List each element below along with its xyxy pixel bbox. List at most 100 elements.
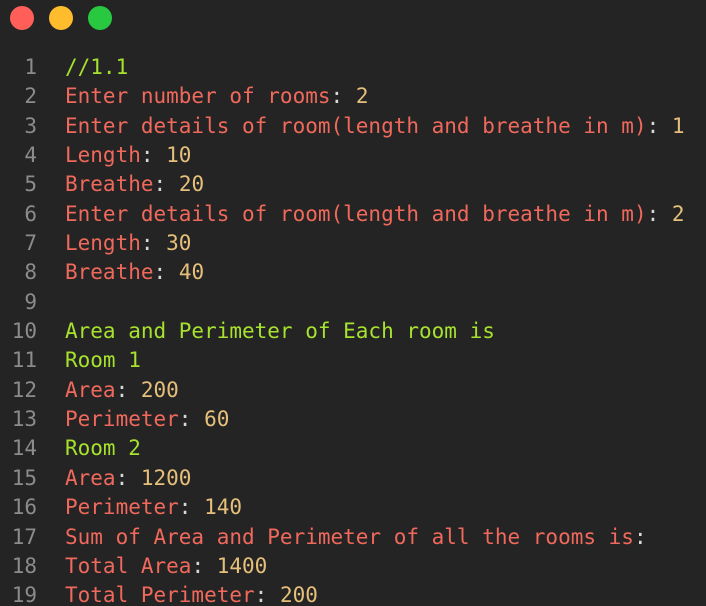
code-line: 4 Length: 10: [0, 141, 706, 170]
line-number: 2: [24, 84, 37, 109]
line-text: Perimeter: 140: [65, 493, 242, 522]
line-number: 12: [11, 377, 37, 402]
code-token: Enter number of rooms: [65, 84, 331, 109]
code-token: Enter details of room(length and breathe…: [65, 201, 647, 226]
code-token: Length: [65, 231, 141, 256]
code-line: 6 Enter details of room(length and breath…: [0, 200, 706, 229]
code-line: 2 Enter number of rooms: 2: [0, 82, 706, 111]
line-text: Room 2: [65, 434, 141, 463]
code-token: 2: [355, 84, 369, 109]
code-token: :: [115, 377, 141, 402]
line-number: 16: [11, 495, 37, 520]
code-token: 1400: [216, 553, 268, 578]
line-number: 14: [11, 436, 37, 461]
code-line: 9: [0, 288, 706, 317]
zoom-button[interactable]: [88, 6, 112, 30]
code-line: 8 Breathe: 40: [0, 258, 706, 287]
title-bar: [0, 0, 706, 40]
code-token: 10: [166, 143, 192, 168]
code-token: Breathe: [65, 172, 154, 197]
code-token: :: [140, 143, 167, 168]
line-text: //1.1: [65, 53, 128, 82]
code-line: 1 //1.1: [0, 53, 706, 82]
code-line: 7 Length: 30: [0, 229, 706, 258]
code-token: :: [115, 465, 141, 490]
code-token: Perimeter: [65, 407, 179, 432]
code-token: 200: [279, 583, 318, 606]
line-text: Sum of Area and Perimeter of all the roo…: [65, 523, 647, 552]
line-number: 17: [11, 524, 37, 549]
code-token: Total Area: [65, 553, 192, 578]
line-number: 13: [11, 407, 37, 432]
code-line: 16 Perimeter: 140: [0, 493, 706, 522]
code-token: 30: [166, 231, 192, 256]
code-line: 17 Sum of Area and Perimeter of all the r…: [0, 523, 706, 552]
code-line: 5 Breathe: 20: [0, 170, 706, 199]
line-text: Length: 10: [65, 141, 191, 170]
code-line: 12 Area: 200: [0, 376, 706, 405]
code-token: Total Perimeter: [65, 583, 255, 606]
code-token: :: [191, 553, 217, 578]
code-token: Length: [65, 143, 141, 168]
code-token: Enter details of room(length and breathe…: [65, 113, 647, 138]
code-token: 200: [140, 377, 179, 402]
line-text: Area: 200: [65, 376, 179, 405]
code-line: 13 Perimeter: 60: [0, 405, 706, 434]
code-token: :: [140, 231, 167, 256]
line-number: 10: [11, 319, 37, 344]
close-button[interactable]: [10, 6, 34, 30]
line-number: 15: [11, 465, 37, 490]
line-text: Total Perimeter: 200: [65, 581, 318, 606]
line-number: 3: [24, 113, 37, 138]
line-text: Total Area: 1400: [65, 552, 267, 581]
code-token: :: [633, 524, 647, 549]
line-text: Room 1: [65, 346, 141, 375]
line-text: Length: 30: [65, 229, 191, 258]
code-line: 15 Area: 1200: [0, 464, 706, 493]
code-output: 1//1.1 2 Enter number of rooms: 2 3 Enter de…: [0, 53, 706, 606]
code-token: :: [330, 84, 356, 109]
code-window: 1//1.1 2 Enter number of rooms: 2 3 Enter de…: [0, 0, 706, 606]
line-text: Area and Perimeter of Each room is: [65, 317, 495, 346]
line-text: Breathe: 40: [65, 258, 204, 287]
code-token: 1: [671, 113, 685, 138]
code-token: :: [254, 583, 280, 606]
code-token: :: [153, 260, 179, 285]
code-line: 10 Area and Perimeter of Each room is: [0, 317, 706, 346]
code-line: 11 Room 1: [0, 346, 706, 375]
line-number: 7: [24, 231, 37, 256]
code-token: :: [178, 407, 205, 432]
code-line: 3 Enter details of room(length and breath…: [0, 112, 706, 141]
line-number: 4: [24, 143, 37, 168]
code-token: :: [153, 172, 179, 197]
code-line: 18 Total Area: 1400: [0, 552, 706, 581]
minimize-button[interactable]: [49, 6, 73, 30]
line-number: 5: [24, 172, 37, 197]
code-token: :: [178, 495, 205, 520]
line-text: Breathe: 20: [65, 170, 204, 199]
line-number: 19: [11, 583, 37, 606]
code-token: :: [646, 113, 672, 138]
code-token: :: [646, 201, 672, 226]
line-number: 18: [11, 553, 37, 578]
code-token: 1200: [140, 465, 192, 490]
code-token: Area and Perimeter of Each room is: [65, 319, 495, 344]
line-number: 11: [11, 348, 37, 373]
code-line: 14 Room 2: [0, 434, 706, 463]
line-text: Enter number of rooms: 2: [65, 82, 368, 111]
line-text: Area: 1200: [65, 464, 191, 493]
code-token: Room 1: [65, 348, 141, 373]
code-token: //1.1: [65, 55, 129, 79]
line-number: 6: [24, 201, 37, 226]
code-token: 60: [204, 407, 230, 432]
code-token: Breathe: [65, 260, 154, 285]
code-token: 2: [671, 201, 685, 226]
code-token: 40: [178, 260, 205, 285]
line-number: 9: [24, 289, 37, 314]
code-token: 20: [178, 172, 205, 197]
line-text: Perimeter: 60: [65, 405, 229, 434]
line-number: 1: [24, 55, 37, 79]
code-token: Perimeter: [65, 495, 179, 520]
code-token: 140: [204, 495, 243, 520]
line-number: 8: [24, 260, 37, 285]
